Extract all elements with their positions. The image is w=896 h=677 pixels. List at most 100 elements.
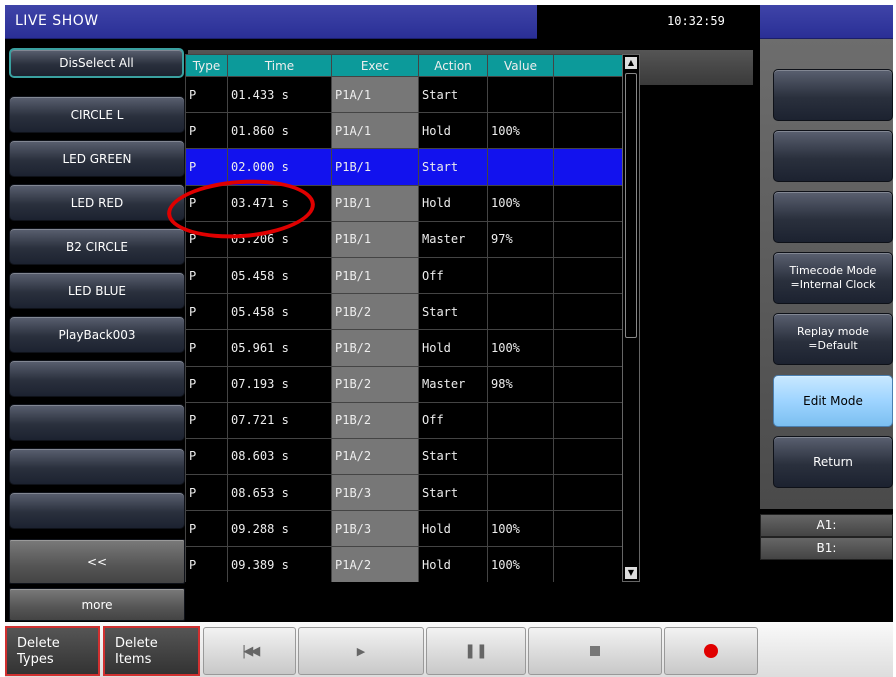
cell-action[interactable]: Hold [418, 510, 488, 548]
table-row[interactable]: P 09.389 s P1A/2 Hold 100% [185, 546, 623, 582]
edit-mode-button[interactable]: Edit Mode [773, 375, 893, 427]
cell-exec[interactable]: P1B/2 [331, 401, 419, 439]
stop-button[interactable] [528, 627, 662, 675]
col-type[interactable]: Type [185, 54, 228, 77]
cell-exec[interactable]: P1B/1 [331, 148, 419, 186]
cell-action[interactable]: Off [418, 401, 488, 439]
cell-time[interactable]: 02.000 s [227, 148, 332, 186]
right-button-3[interactable] [773, 191, 893, 243]
cell-exec[interactable]: P1B/1 [331, 184, 419, 222]
cell-value[interactable] [487, 474, 554, 512]
cell-action[interactable]: Start [418, 75, 488, 114]
cell-action[interactable]: Start [418, 474, 488, 512]
cell-value[interactable] [487, 256, 554, 295]
cell-value[interactable]: 100% [487, 546, 554, 582]
cell-value[interactable] [487, 75, 554, 114]
deselect-all-button[interactable]: DisSelect All [9, 48, 184, 78]
table-row[interactable]: P 01.860 s P1A/1 Hold 100% [185, 112, 623, 150]
cell-type[interactable]: P [185, 437, 228, 476]
cell-action[interactable]: Hold [418, 184, 488, 222]
cell-time[interactable]: 01.860 s [227, 112, 332, 150]
play-button[interactable]: ▶ [298, 627, 424, 675]
cell-type[interactable]: P [185, 365, 228, 403]
cell-action[interactable]: Start [418, 293, 488, 331]
table-scrollbar[interactable]: ▲ ▼ [622, 54, 640, 582]
cell-exec[interactable]: P1B/2 [331, 293, 419, 331]
return-button[interactable]: Return [773, 436, 893, 488]
timecode-mode-button[interactable]: Timecode Mode =Internal Clock [773, 252, 893, 304]
pause-button[interactable]: ❚❚ [426, 627, 526, 675]
sidebar-item-led-blue[interactable]: LED BLUE [9, 272, 185, 309]
cell-exec[interactable]: P1B/2 [331, 329, 419, 367]
cell-time[interactable]: 08.653 s [227, 474, 332, 512]
cell-exec[interactable]: P1A/1 [331, 112, 419, 150]
cell-action[interactable]: Start [418, 148, 488, 186]
more-button[interactable]: more [9, 588, 185, 621]
cell-time[interactable]: 01.433 s [227, 75, 332, 114]
cell-action[interactable]: Master [418, 220, 488, 258]
table-row[interactable]: P 07.193 s P1B/2 Master 98% [185, 365, 623, 403]
delete-items-button[interactable]: Delete Items [103, 626, 200, 676]
table-row[interactable]: P 08.603 s P1A/2 Start [185, 437, 623, 476]
cell-action[interactable]: Hold [418, 546, 488, 582]
replay-mode-button[interactable]: Replay mode =Default [773, 313, 893, 365]
cell-type[interactable]: P [185, 329, 228, 367]
cell-exec[interactable]: P1B/3 [331, 510, 419, 548]
table-row[interactable]: P 08.653 s P1B/3 Start [185, 474, 623, 512]
cell-type[interactable]: P [185, 148, 228, 186]
sidebar-item-led-red[interactable]: LED RED [9, 184, 185, 221]
cell-value[interactable]: 100% [487, 184, 554, 222]
cell-action[interactable]: Master [418, 365, 488, 403]
cell-type[interactable]: P [185, 293, 228, 331]
cell-value[interactable] [487, 148, 554, 186]
table-row[interactable]: P 03.471 s P1B/1 Hold 100% [185, 184, 623, 222]
cell-type[interactable]: P [185, 401, 228, 439]
skip-back-button[interactable]: |◀◀ [203, 627, 296, 675]
prev-page-button[interactable]: << [9, 539, 185, 584]
col-exec[interactable]: Exec [331, 54, 419, 77]
sidebar-item-led-green[interactable]: LED GREEN [9, 140, 185, 177]
cell-time[interactable]: 09.288 s [227, 510, 332, 548]
cell-type[interactable]: P [185, 510, 228, 548]
cell-time[interactable]: 07.193 s [227, 365, 332, 403]
cell-value[interactable] [487, 437, 554, 476]
sidebar-item-empty-4[interactable] [9, 492, 185, 529]
cell-time[interactable]: 05.961 s [227, 329, 332, 367]
cell-exec[interactable]: P1A/2 [331, 546, 419, 582]
col-action[interactable]: Action [418, 54, 488, 77]
cell-exec[interactable]: P1B/1 [331, 220, 419, 258]
cell-action[interactable]: Off [418, 256, 488, 295]
sidebar-item-playback003[interactable]: PlayBack003 [9, 316, 185, 353]
cell-value[interactable]: 97% [487, 220, 554, 258]
sidebar-item-circle-l[interactable]: CIRCLE L [9, 96, 185, 133]
col-time[interactable]: Time [227, 54, 332, 77]
cell-value[interactable] [487, 401, 554, 439]
cell-exec[interactable]: P1A/2 [331, 437, 419, 476]
cell-exec[interactable]: P1B/1 [331, 256, 419, 295]
table-row[interactable]: P 05.458 s P1B/1 Off [185, 256, 623, 295]
cell-action[interactable]: Hold [418, 329, 488, 367]
sidebar-item-empty-2[interactable] [9, 404, 185, 441]
delete-types-button[interactable]: Delete Types [5, 626, 100, 676]
cell-value[interactable]: 100% [487, 112, 554, 150]
cell-time[interactable]: 05.458 s [227, 256, 332, 295]
cell-value[interactable]: 98% [487, 365, 554, 403]
right-button-2[interactable] [773, 130, 893, 182]
record-button[interactable] [664, 627, 758, 675]
right-button-1[interactable] [773, 69, 893, 121]
scroll-up-icon[interactable]: ▲ [625, 57, 637, 69]
table-row[interactable]: P 07.721 s P1B/2 Off [185, 401, 623, 439]
table-row[interactable]: P 09.288 s P1B/3 Hold 100% [185, 510, 623, 548]
cell-action[interactable]: Hold [418, 112, 488, 150]
cell-type[interactable]: P [185, 75, 228, 114]
sidebar-item-empty-3[interactable] [9, 448, 185, 485]
cell-time[interactable]: 07.721 s [227, 401, 332, 439]
cell-type[interactable]: P [185, 256, 228, 295]
cell-value[interactable]: 100% [487, 329, 554, 367]
cell-type[interactable]: P [185, 546, 228, 582]
col-value[interactable]: Value [487, 54, 554, 77]
cell-exec[interactable]: P1B/3 [331, 474, 419, 512]
cell-type[interactable]: P [185, 112, 228, 150]
cell-action[interactable]: Start [418, 437, 488, 476]
cell-time[interactable]: 08.603 s [227, 437, 332, 476]
